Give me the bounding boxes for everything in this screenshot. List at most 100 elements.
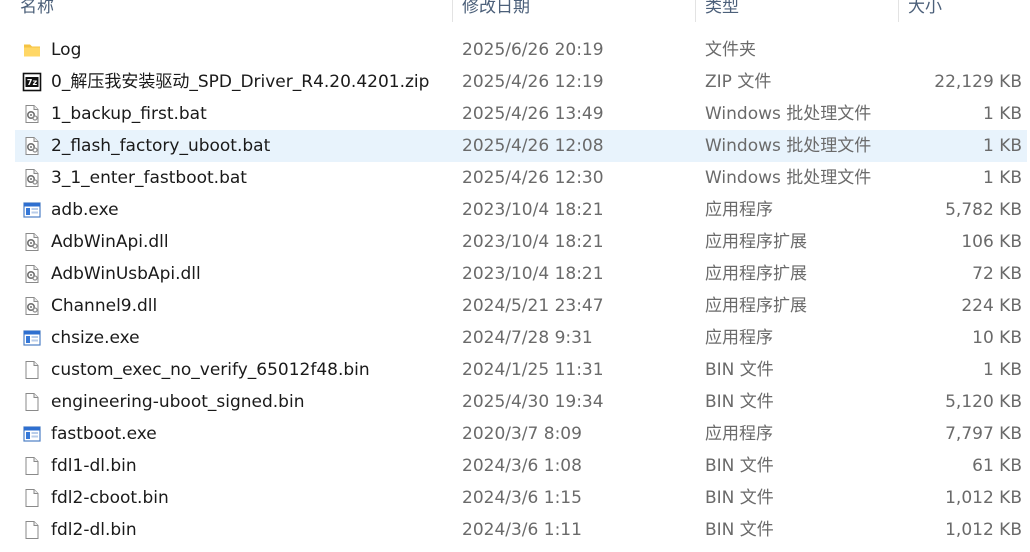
file-size: 1 KB xyxy=(982,360,1022,380)
file-row[interactable]: fastboot.exe 2020/3/7 8:09 应用程序 7,797 KB xyxy=(15,418,1027,450)
column-divider[interactable] xyxy=(452,0,453,22)
7zip-archive-icon: 7z xyxy=(22,72,42,92)
batch-file-icon xyxy=(22,104,42,124)
file-name: adb.exe xyxy=(51,200,119,220)
file-size: 72 KB xyxy=(972,264,1022,284)
file-row[interactable]: fdl2-cboot.bin 2024/3/6 1:15 BIN 文件 1,012 K… xyxy=(15,482,1027,514)
file-row[interactable]: engineering-uboot_signed.bin 2025/4/30 19… xyxy=(15,386,1027,418)
file-name: Channel9.dll xyxy=(51,296,158,316)
file-type: 应用程序扩展 xyxy=(705,264,807,284)
file-name: Log xyxy=(51,40,82,60)
file-size: 1 KB xyxy=(982,136,1022,156)
file-date-modified: 2020/3/7 8:09 xyxy=(462,424,582,444)
file-row[interactable]: adb.exe 2023/10/4 18:21 应用程序 5,782 KB xyxy=(15,194,1027,226)
file-row[interactable]: 7z 0_解压我安装驱动_SPD_Driver_R4.20.4201.zip 202… xyxy=(15,66,1027,98)
column-header-bar: 名称 修改日期 类型 大小 xyxy=(0,0,1030,22)
file-date-modified: 2025/4/30 19:34 xyxy=(462,392,604,412)
file-size: 1 KB xyxy=(982,168,1022,188)
file-name: 3_1_enter_fastboot.bat xyxy=(51,168,247,188)
file-row[interactable]: 1_backup_first.bat 2025/4/26 13:49 Windows… xyxy=(15,98,1027,130)
batch-file-icon xyxy=(22,136,42,156)
file-date-modified: 2025/4/26 13:49 xyxy=(462,104,604,124)
file-name: custom_exec_no_verify_65012f48.bin xyxy=(51,360,370,380)
file-date-modified: 2025/4/26 12:30 xyxy=(462,168,604,188)
file-row[interactable]: AdbWinApi.dll 2023/10/4 18:21 应用程序扩展 106 KB xyxy=(15,226,1027,258)
file-size: 10 KB xyxy=(972,328,1022,348)
file-icon xyxy=(22,488,42,508)
file-date-modified: 2023/10/4 18:21 xyxy=(462,264,604,284)
file-size: 1,012 KB xyxy=(945,520,1022,540)
file-name: AdbWinApi.dll xyxy=(51,232,169,252)
exe-icon xyxy=(22,200,42,220)
file-type: 文件夹 xyxy=(705,40,756,60)
exe-icon xyxy=(22,328,42,348)
file-date-modified: 2024/7/28 9:31 xyxy=(462,328,593,348)
file-type: 应用程序 xyxy=(705,200,773,220)
file-name: fdl2-dl.bin xyxy=(51,520,137,540)
file-row[interactable]: 2_flash_factory_uboot.bat 2025/4/26 12:08… xyxy=(15,130,1027,162)
file-size: 1 KB xyxy=(982,104,1022,124)
file-size: 7,797 KB xyxy=(945,424,1022,444)
svg-text:7z: 7z xyxy=(27,78,38,87)
batch-file-icon xyxy=(22,168,42,188)
file-size: 61 KB xyxy=(972,456,1022,476)
file-name: fdl1-dl.bin xyxy=(51,456,137,476)
file-type: Windows 批处理文件 xyxy=(705,136,872,156)
file-type: BIN 文件 xyxy=(705,392,774,412)
file-date-modified: 2024/3/6 1:11 xyxy=(462,520,582,540)
file-row[interactable]: custom_exec_no_verify_65012f48.bin 2024/1… xyxy=(15,354,1027,386)
file-icon xyxy=(22,360,42,380)
column-header-size[interactable]: 大小 xyxy=(908,0,942,20)
file-row[interactable]: Channel9.dll 2024/5/21 23:47 应用程序扩展 224 KB xyxy=(15,290,1027,322)
column-divider[interactable] xyxy=(898,0,899,22)
file-name: 2_flash_factory_uboot.bat xyxy=(51,136,271,156)
exe-icon xyxy=(22,424,42,444)
dll-icon xyxy=(22,296,42,316)
dll-icon xyxy=(22,264,42,284)
file-date-modified: 2023/10/4 18:21 xyxy=(462,200,604,220)
file-size: 22,129 KB xyxy=(934,72,1022,92)
file-type: 应用程序 xyxy=(705,424,773,444)
file-row[interactable]: 3_1_enter_fastboot.bat 2025/4/26 12:30 Win… xyxy=(15,162,1027,194)
file-type: 应用程序 xyxy=(705,328,773,348)
file-row[interactable]: fdl2-dl.bin 2024/3/6 1:11 BIN 文件 1,012 KB xyxy=(15,514,1027,546)
column-divider[interactable] xyxy=(695,0,696,22)
file-type: 应用程序扩展 xyxy=(705,296,807,316)
file-type: Windows 批处理文件 xyxy=(705,104,872,124)
file-name: fdl2-cboot.bin xyxy=(51,488,169,508)
dll-icon xyxy=(22,232,42,252)
folder-icon xyxy=(22,40,42,60)
file-icon xyxy=(22,520,42,540)
file-name: AdbWinUsbApi.dll xyxy=(51,264,201,284)
file-type: ZIP 文件 xyxy=(705,72,772,92)
file-type: BIN 文件 xyxy=(705,360,774,380)
file-date-modified: 2023/10/4 18:21 xyxy=(462,232,604,252)
file-row[interactable]: AdbWinUsbApi.dll 2023/10/4 18:21 应用程序扩展 72 … xyxy=(15,258,1027,290)
file-date-modified: 2024/1/25 11:31 xyxy=(462,360,604,380)
file-row[interactable]: Log 2025/6/26 20:19 文件夹 xyxy=(15,34,1027,66)
column-header-name[interactable]: 名称 xyxy=(20,0,54,20)
file-icon xyxy=(22,456,42,476)
file-date-modified: 2024/3/6 1:15 xyxy=(462,488,582,508)
file-size: 224 KB xyxy=(961,296,1022,316)
file-type: Windows 批处理文件 xyxy=(705,168,872,188)
file-date-modified: 2024/5/21 23:47 xyxy=(462,296,604,316)
column-header-type[interactable]: 类型 xyxy=(705,0,739,20)
file-icon xyxy=(22,392,42,412)
file-date-modified: 2024/3/6 1:08 xyxy=(462,456,582,476)
file-size: 5,120 KB xyxy=(945,392,1022,412)
file-date-modified: 2025/4/26 12:19 xyxy=(462,72,604,92)
file-size: 1,012 KB xyxy=(945,488,1022,508)
file-type: BIN 文件 xyxy=(705,520,774,540)
file-type: 应用程序扩展 xyxy=(705,232,807,252)
file-size: 5,782 KB xyxy=(945,200,1022,220)
file-size: 106 KB xyxy=(961,232,1022,252)
file-type: BIN 文件 xyxy=(705,456,774,476)
file-name: 0_解压我安装驱动_SPD_Driver_R4.20.4201.zip xyxy=(51,72,430,92)
file-row[interactable]: chsize.exe 2024/7/28 9:31 应用程序 10 KB xyxy=(15,322,1027,354)
file-name: fastboot.exe xyxy=(51,424,157,444)
file-date-modified: 2025/4/26 12:08 xyxy=(462,136,604,156)
file-type: BIN 文件 xyxy=(705,488,774,508)
column-header-date[interactable]: 修改日期 xyxy=(462,0,530,20)
file-row[interactable]: fdl1-dl.bin 2024/3/6 1:08 BIN 文件 61 KB xyxy=(15,450,1027,482)
